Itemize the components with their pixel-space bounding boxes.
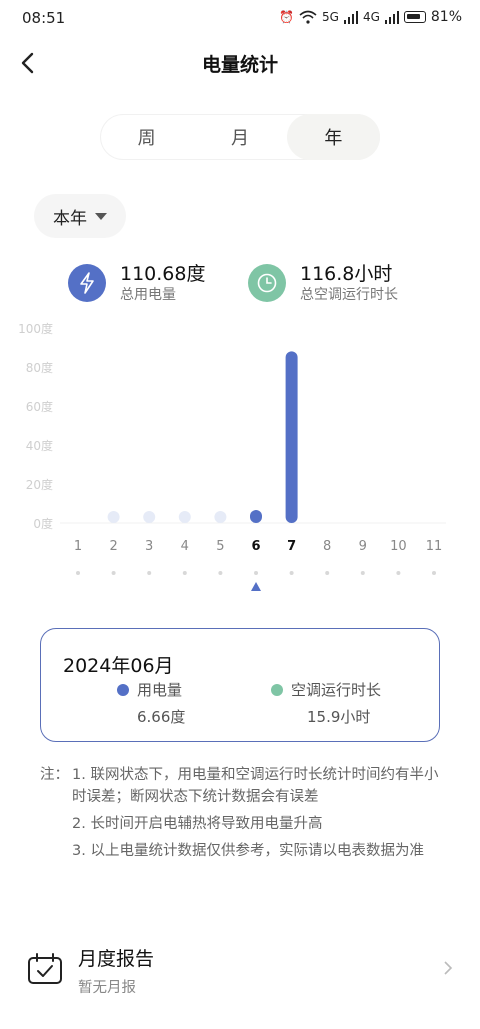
y-tick-label: 100度 [18, 321, 53, 336]
chart-bar[interactable] [178, 511, 191, 523]
x-tick-dot [147, 571, 152, 575]
detail-date: 2024年06月 [63, 655, 174, 677]
chart-bar[interactable] [143, 511, 156, 523]
year-dropdown-label: 本年 [53, 208, 87, 229]
x-tick-dot [254, 571, 258, 575]
wifi-icon [299, 10, 317, 24]
chart-bar[interactable] [107, 511, 120, 523]
total-energy-summary: 110.68度 总用电量 [68, 260, 205, 306]
yearly-energy-chart[interactable]: 100度 80度 60度 40度 20度 0度 1 2 3 4 5 6 7 8 9 10 11 [0, 318, 480, 598]
tab-week[interactable]: 周 [100, 114, 193, 160]
detail-energy-value: 6.66度 [137, 708, 186, 726]
x-tick-label: 5 [216, 539, 224, 554]
signal-bars-icon [343, 10, 358, 24]
detail-runtime-label: 空调运行时长 [291, 681, 382, 699]
x-tick-label: 4 [181, 539, 189, 554]
selected-month-marker [251, 582, 261, 591]
x-tick-label: 11 [426, 539, 443, 554]
x-tick-dot [432, 571, 436, 575]
year-dropdown[interactable]: 本年 [34, 194, 126, 238]
x-tick-label: 3 [145, 539, 153, 554]
chart-bar[interactable] [285, 351, 298, 523]
y-tick-label: 0度 [33, 516, 53, 531]
y-tick-label: 20度 [26, 477, 53, 492]
y-tick-label: 40度 [26, 438, 53, 453]
report-subtitle: 暂无月报 [78, 980, 136, 996]
y-tick-label: 60度 [26, 399, 53, 414]
x-tick-dot [182, 571, 187, 575]
battery-percent: 81% [430, 9, 462, 25]
clock-icon [248, 264, 286, 302]
total-runtime-label: 总空调运行时长 [300, 287, 398, 303]
x-tick-dot [325, 571, 330, 575]
x-tick-label: 8 [323, 539, 331, 554]
tab-month[interactable]: 月 [193, 114, 286, 160]
status-icons: ⏰ 5G 4G 81% [279, 9, 462, 25]
x-tick-label: 6 [251, 539, 260, 554]
chevron-right-icon [444, 961, 453, 975]
report-title: 月度报告 [78, 948, 155, 970]
total-energy-value: 110.68度 [120, 263, 206, 285]
signal-bars-icon [384, 10, 399, 24]
x-tick-dot [360, 571, 365, 575]
x-tick-dot [396, 571, 401, 575]
note-item: 1. 联网状态下，用电量和空调运行时长统计时间约有半小时误差；断网状态下统计数据… [72, 767, 439, 805]
detail-runtime-value: 15.9小时 [307, 708, 371, 726]
note-item: 2. 长时间开启电辅热将导致用电量升高 [72, 816, 323, 832]
notes-section: 注： 1. 联网状态下，用电量和空调运行时长统计时间约有半小时误差；断网状态下统… [40, 764, 440, 867]
x-tick-label: 10 [390, 539, 407, 554]
runtime-dot-icon [271, 683, 283, 696]
chart-bar[interactable] [250, 510, 262, 523]
monthly-report-row[interactable]: 月度报告 暂无月报 [0, 930, 480, 1010]
battery-icon [403, 11, 426, 23]
caret-down-icon [95, 212, 107, 220]
x-tick-dot [289, 571, 294, 575]
month-detail-card: 2024年06月 用电量 6.66度 空调运行时长 15.9小时 [40, 628, 440, 742]
signal-5g-icon: 5G [322, 10, 339, 24]
status-bar: 08:51 ⏰ 5G 4G 81% [0, 0, 480, 36]
x-tick-label: 1 [74, 539, 82, 554]
x-tick-dot [111, 571, 116, 575]
x-tick-label: 2 [109, 539, 117, 554]
lightning-icon [68, 264, 106, 302]
x-tick-dot [76, 571, 80, 575]
energy-dot-icon [117, 683, 129, 696]
total-energy-label: 总用电量 [120, 287, 176, 303]
note-item: 3. 以上电量统计数据仅供参考，实际请以电表数据为准 [72, 843, 424, 859]
notes-prefix: 注： [40, 767, 69, 783]
chart-bar[interactable] [214, 511, 227, 523]
total-runtime-value: 116.8小时 [300, 263, 393, 285]
calendar-check-icon [28, 953, 62, 984]
signal-4g-icon: 4G [362, 10, 380, 24]
detail-runtime: 空调运行时长 15.9小时 [271, 679, 381, 727]
total-runtime-summary: 116.8小时 总空调运行时长 [248, 260, 398, 306]
page-title: 电量统计 [201, 54, 278, 76]
alarm-icon: ⏰ [279, 10, 294, 24]
x-tick-label: 7 [287, 539, 296, 554]
tab-year[interactable]: 年 [286, 114, 380, 160]
x-tick-label: 9 [359, 539, 367, 554]
y-tick-label: 80度 [26, 360, 53, 375]
period-tabs: 周 月 年 [100, 114, 380, 160]
status-time: 08:51 [22, 9, 66, 27]
detail-energy: 用电量 6.66度 [117, 679, 185, 727]
nav-bar: 电量统计 [0, 40, 480, 88]
x-tick-dot [218, 571, 223, 575]
detail-energy-label: 用电量 [137, 681, 183, 699]
